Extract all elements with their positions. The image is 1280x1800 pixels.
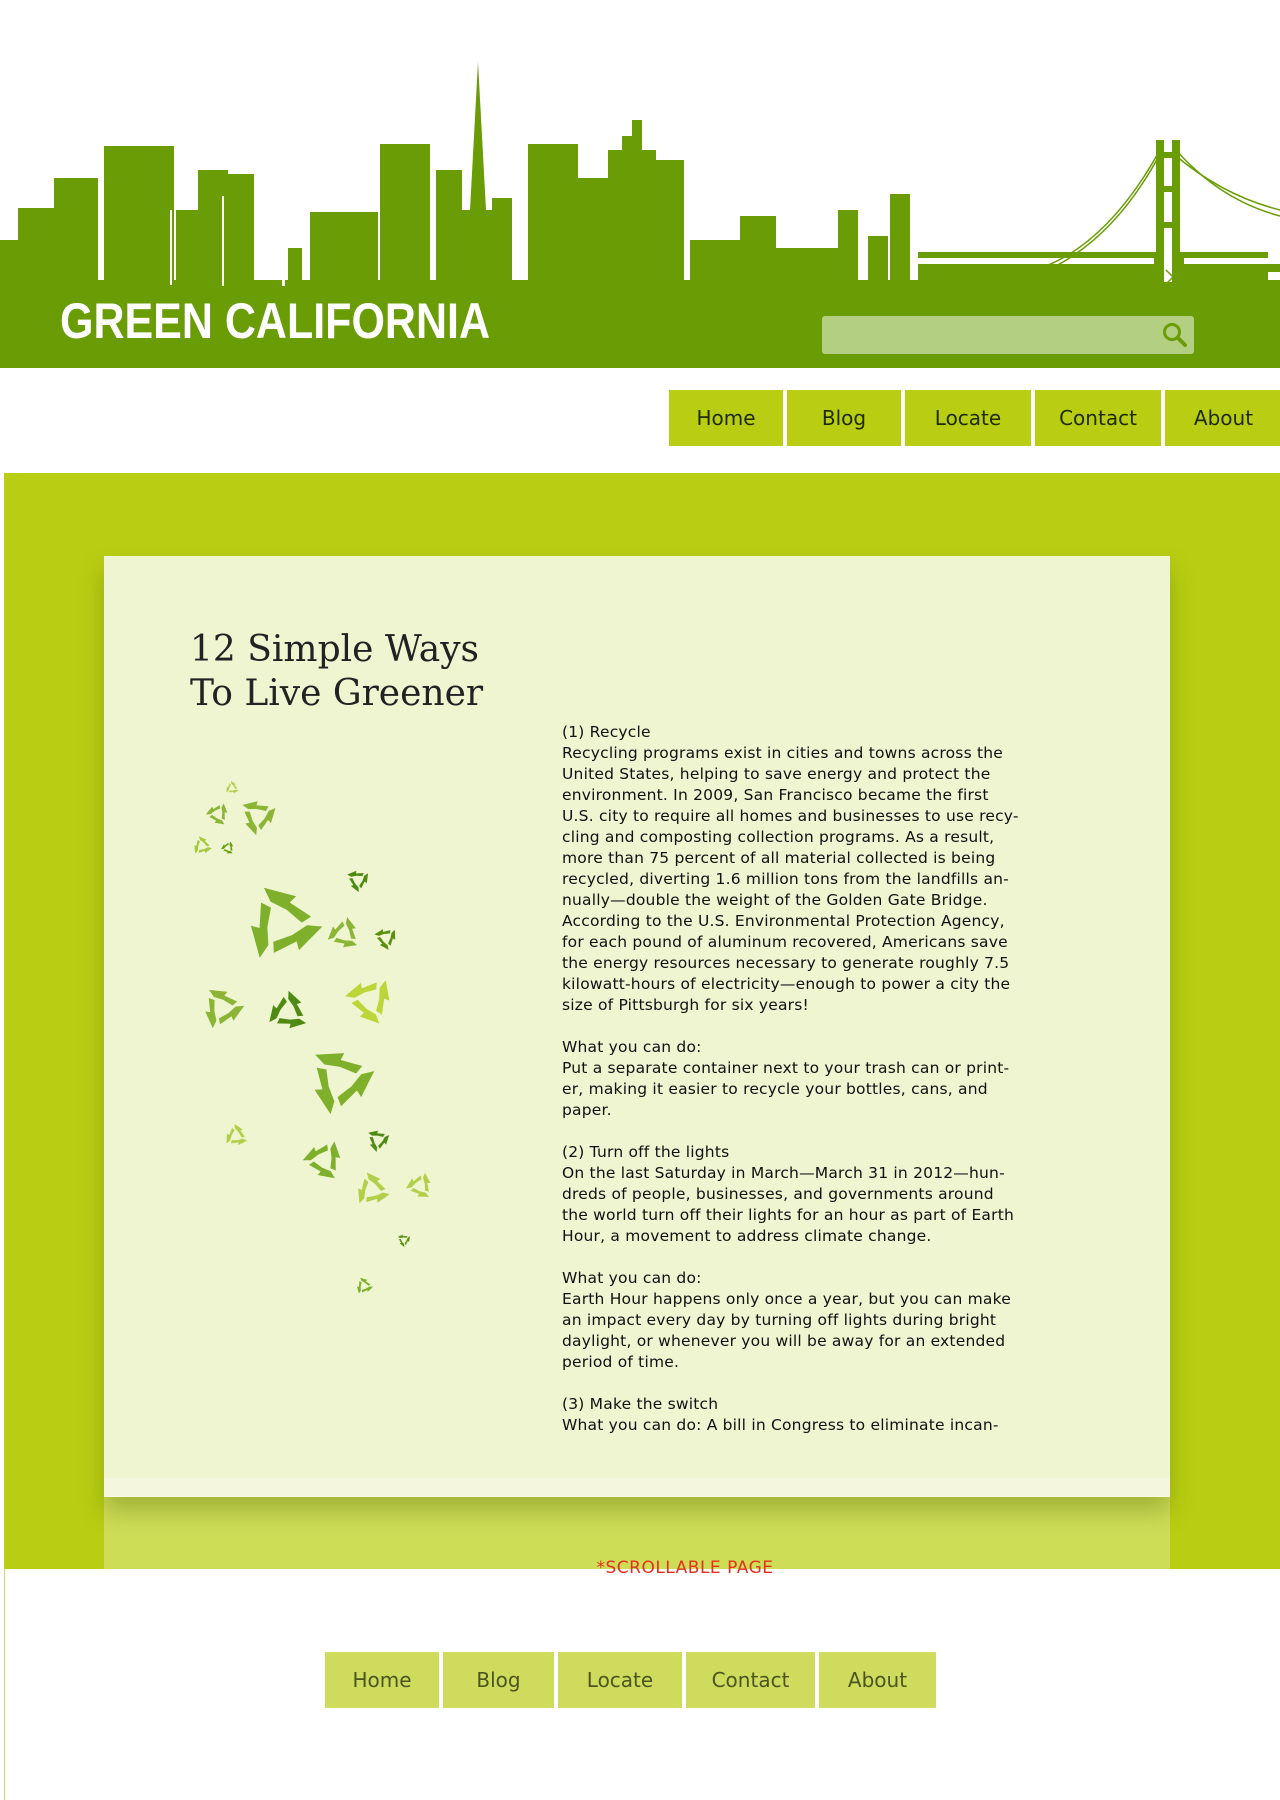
recycle-icon — [344, 980, 390, 1024]
article-body: (1) Recycle Recycling programs exist in … — [562, 723, 1019, 1434]
recycle-icon — [194, 836, 212, 854]
footer-nav-contact-button[interactable]: Contact — [686, 1652, 815, 1708]
recycle-icon — [221, 841, 234, 854]
recycle-icon — [368, 1130, 390, 1153]
page-edge-line — [4, 1569, 5, 1800]
nav-blog-button[interactable]: Blog — [787, 390, 901, 446]
article-card: 12 Simple Ways To Live Greener (1) Recyc… — [104, 556, 1170, 1497]
recycle-icons-illustration — [194, 781, 431, 1294]
nav-contact-button[interactable]: Contact — [1035, 390, 1161, 446]
recycle-icon — [327, 917, 358, 948]
nav-about-button[interactable]: About — [1165, 390, 1280, 446]
recycle-icon — [269, 990, 307, 1029]
article-title-line-1: 12 Simple Ways — [190, 629, 480, 670]
recycle-icon — [406, 1172, 431, 1197]
recycle-icon — [226, 1123, 248, 1146]
recycle-icon — [302, 1141, 341, 1179]
nav-locate-button[interactable]: Locate — [905, 390, 1031, 446]
recycle-icon — [358, 1172, 390, 1204]
footer-nav-locate-button[interactable]: Locate — [558, 1652, 682, 1708]
top-navigation: Home Blog Locate Contact About — [669, 390, 1280, 446]
recycle-icon — [205, 803, 228, 825]
article-title: 12 Simple Ways To Live Greener — [190, 628, 610, 716]
recycle-icon — [347, 870, 369, 893]
recycle-icon — [397, 1234, 410, 1248]
footer-nav-home-button[interactable]: Home — [325, 1652, 439, 1708]
recycle-icon — [205, 989, 245, 1029]
footer-nav-blog-button[interactable]: Blog — [443, 1652, 554, 1708]
card-bottom-band — [104, 1478, 1170, 1496]
search-box — [822, 316, 1194, 354]
recycle-icon — [314, 1053, 375, 1115]
footer-nav-about-button[interactable]: About — [819, 1652, 936, 1708]
site-header: GREEN CALIFORNIA — [0, 0, 1280, 368]
recycle-icon — [226, 781, 239, 794]
recycle-icon — [242, 801, 276, 836]
recycle-icon — [250, 887, 323, 958]
recycle-icon — [374, 929, 396, 950]
recycle-icon — [357, 1277, 374, 1294]
scrollable-page-note: *SCROLLABLE PAGE — [596, 1558, 774, 1578]
nav-home-button[interactable]: Home — [669, 390, 783, 446]
bottom-navigation: Home Blog Locate Contact About — [325, 1652, 936, 1708]
article-title-line-2: To Live Greener — [190, 673, 484, 714]
site-title: GREEN CALIFORNIA — [60, 293, 490, 349]
search-input[interactable] — [822, 316, 1166, 354]
search-icon[interactable] — [1160, 321, 1188, 349]
